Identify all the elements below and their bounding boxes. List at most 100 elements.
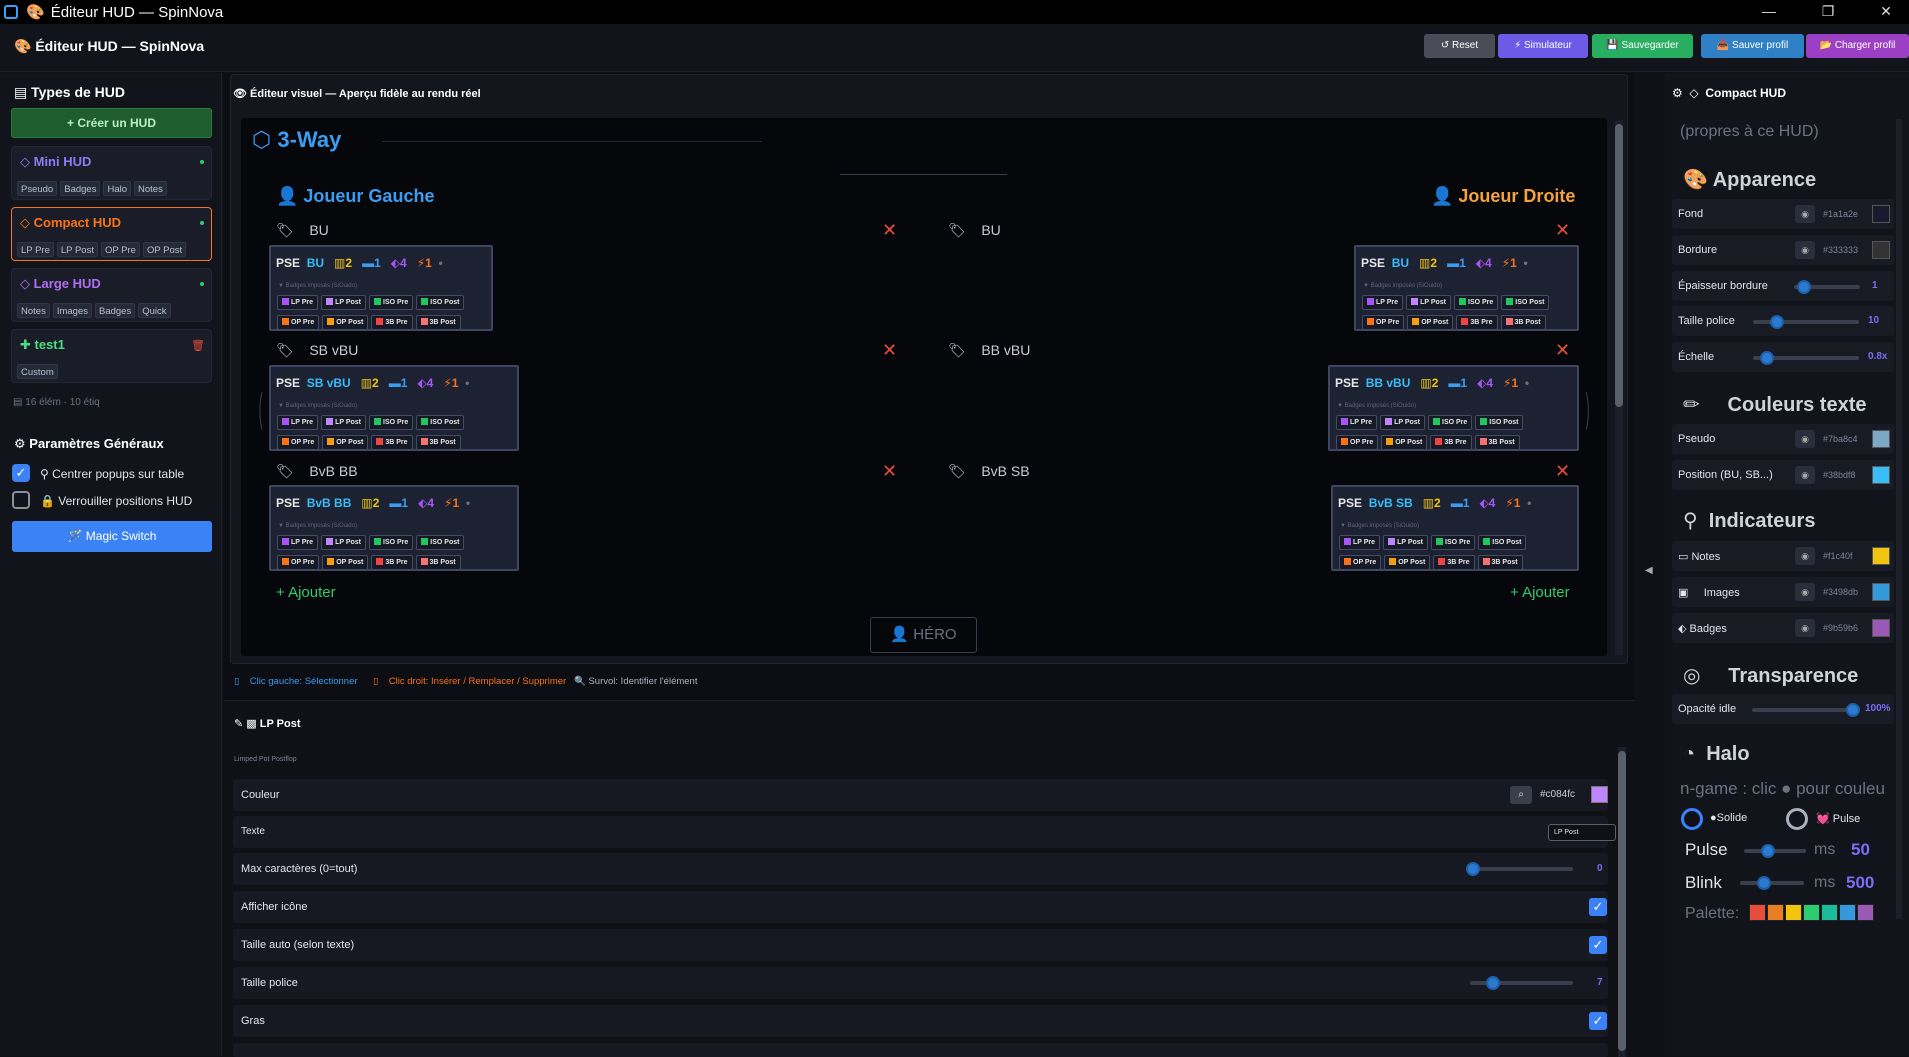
badge[interactable]: LP Post [1383,535,1428,550]
badge[interactable]: LP Post [321,295,366,310]
minimize-button[interactable]: — [1746,0,1792,24]
badge[interactable]: ISO Pre [1454,295,1499,310]
badge[interactable]: 3B Post [1477,555,1523,570]
remove-icon[interactable]: ✕ [1555,340,1570,361]
icone-checkbox[interactable]: ✓ [1589,898,1607,916]
badge[interactable]: OP Pre [277,315,320,330]
badge[interactable]: 3B Pre [371,555,413,570]
hero-seat[interactable]: 👤 HÉRO [870,617,977,653]
slider-knob[interactable] [1757,876,1771,890]
collapse-panel-icon[interactable]: ◀ [1645,565,1653,576]
sauvegarder-button[interactable]: 💾 Sauvegarder [1592,34,1693,58]
badge[interactable]: 3B Post [415,315,461,330]
eye-icon[interactable]: ◉ [1795,241,1815,259]
badge[interactable]: LP Post [321,535,366,550]
trash-icon[interactable]: 🗑 [191,339,205,352]
eyedropper-icon[interactable]: ⌕ [1510,786,1532,804]
eye-icon[interactable]: ◉ [1795,466,1815,484]
gras-checkbox[interactable]: ✓ [1589,1012,1607,1030]
position-label[interactable]: 🏷 SB vBU [276,342,358,359]
color-swatch[interactable] [1591,786,1608,803]
badge[interactable]: OP Post [322,555,369,570]
lock-positions-checkbox[interactable] [12,491,30,509]
epaisseur-slider[interactable] [1794,280,1860,294]
hud-preview[interactable]: PSE BvB SB ▥2 ▬1 ⬖4 ⚡1 • ▼ Badges imposés… [1331,485,1579,571]
badge[interactable]: 3B Pre [1430,435,1472,450]
color-swatch[interactable] [1872,466,1890,484]
badge[interactable]: LP Post [1380,415,1425,430]
props-scrollbar-thumb[interactable] [1618,751,1626,1051]
color-swatch[interactable] [1872,583,1890,601]
position-label[interactable]: 🏷 BU [276,222,329,239]
hud-card-test1[interactable]: ✚ test1 🗑 Custom [11,329,212,383]
texte-input[interactable]: LP Post [1548,824,1616,841]
add-left-button[interactable]: + Ajouter [276,584,336,601]
badge[interactable]: ISO Pre [1431,535,1476,550]
badge[interactable]: OP Post [1384,555,1431,570]
remove-icon[interactable]: ✕ [1555,220,1570,241]
hud-preview[interactable]: PSE BU ▥2 ▬1 ⬖4 ⚡1 • ▼ Badges imposés (Si… [1354,245,1579,331]
badge[interactable]: OP Pre [1336,435,1379,450]
taille-police-slider[interactable] [1753,315,1859,329]
color-swatch[interactable] [1872,619,1890,637]
pulse-slider[interactable] [1744,844,1806,858]
hud-preview[interactable]: PSE BvB BB ▥2 ▬1 ⬖4 ⚡1 • ▼ Badges imposés… [269,485,519,571]
badge[interactable]: ISO Post [1475,415,1524,430]
slider-knob[interactable] [1466,862,1480,876]
badge[interactable]: 3B Pre [371,315,413,330]
badge[interactable]: OP Post [322,315,369,330]
badge[interactable]: 3B Post [415,555,461,570]
right-scrollbar[interactable] [1896,119,1902,919]
badge[interactable]: LP Post [1406,295,1451,310]
slider-knob[interactable] [1760,351,1774,365]
palette-swatch[interactable] [1821,904,1838,921]
blink-slider[interactable] [1740,876,1804,890]
simulateur-button[interactable]: ⚡ Simulateur [1498,34,1588,58]
halo-solide-radio[interactable] [1681,808,1703,830]
position-label[interactable]: 🏷 BvB SB [948,463,1030,480]
slider-knob[interactable] [1486,976,1500,990]
eye-icon[interactable]: ◉ [1795,547,1815,565]
hud-card-compact[interactable]: ◇ Compact HUD LP Pre LP Post OP Pre OP P… [11,207,212,261]
halo-pulse-radio[interactable] [1786,808,1808,830]
badge[interactable]: OP Pre [277,555,320,570]
taille-slider[interactable] [1470,976,1573,990]
remove-icon[interactable]: ✕ [882,220,897,241]
remove-icon[interactable]: ✕ [882,461,897,482]
charger-profil-button[interactable]: 📂 Charger profil [1806,34,1909,58]
echelle-slider[interactable] [1753,351,1859,365]
color-swatch[interactable] [1872,547,1890,565]
remove-icon[interactable]: ✕ [1555,461,1570,482]
badge[interactable]: LP Pre [277,535,319,550]
slider-knob[interactable] [1797,280,1811,294]
color-swatch[interactable] [1872,241,1890,259]
badge[interactable]: ISO Pre [369,415,414,430]
slider-knob[interactable] [1761,844,1775,858]
badge[interactable]: ISO Post [416,535,465,550]
badge[interactable]: 3B Post [415,435,461,450]
badge[interactable]: 3B Pre [371,435,413,450]
slider-knob[interactable] [1770,315,1784,329]
badge[interactable]: LP Pre [277,295,319,310]
opacite-slider[interactable] [1752,703,1860,717]
hud-card-mini[interactable]: ◇ Mini HUD Pseudo Badges Halo Notes [11,146,212,200]
stage-scrollbar-thumb[interactable] [1615,124,1623,407]
badge[interactable]: LP Post [321,415,366,430]
eye-icon[interactable]: ◉ [1795,619,1815,637]
badge[interactable]: LP Pre [1362,295,1404,310]
sauver-profil-button[interactable]: 📥 Sauver profil [1701,34,1804,58]
eye-icon[interactable]: ◉ [1795,205,1815,223]
badge[interactable]: LP Pre [1336,415,1378,430]
badge[interactable]: ISO Post [1501,295,1550,310]
badge[interactable]: ISO Pre [369,295,414,310]
palette-swatch[interactable] [1839,904,1856,921]
maxchars-slider[interactable] [1466,862,1573,876]
badge[interactable]: OP Pre [277,435,320,450]
create-hud-button[interactable]: + Créer un HUD [11,108,212,138]
hud-preview[interactable]: PSE BB vBU ▥2 ▬1 ⬖4 ⚡1 • ▼ Badges imposés… [1328,365,1579,451]
badge[interactable]: ISO Pre [1428,415,1473,430]
badge[interactable]: 3B Post [1500,315,1546,330]
badge[interactable]: 3B Pre [1433,555,1475,570]
badge[interactable]: OP Post [1407,315,1454,330]
palette-swatch[interactable] [1803,904,1820,921]
